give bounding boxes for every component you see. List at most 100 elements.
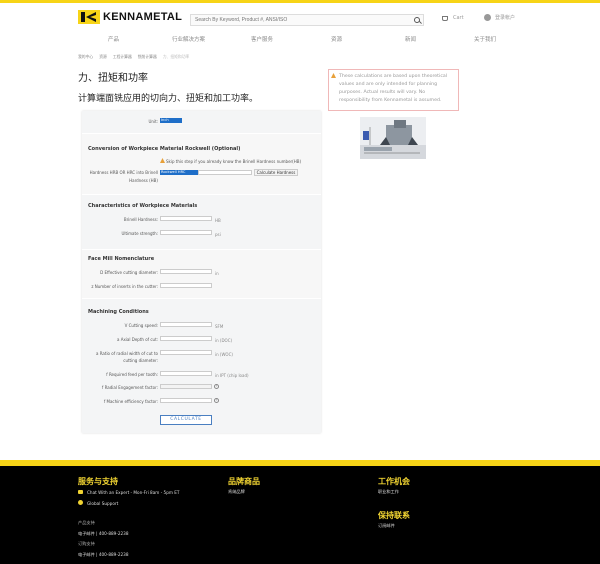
efficiency-symbol: f xyxy=(103,399,106,404)
feed-unit: in IPT (chip load) xyxy=(215,373,249,378)
calculate-button[interactable]: CALCULATE xyxy=(160,415,212,425)
help-icon[interactable]: ? xyxy=(214,384,219,389)
contact-title: 保持联系 xyxy=(378,511,410,520)
nomenclature-title: Face Mill Nomenclature xyxy=(88,256,155,262)
inserts-text: Number of inserts in the cutter: xyxy=(94,284,158,289)
efficiency-label: f Machine efficiency factor: xyxy=(86,399,158,404)
ultimate-input[interactable] xyxy=(160,230,212,235)
account-label: 登录帐户 xyxy=(495,15,516,21)
diameter-symbol: D xyxy=(100,270,104,275)
breadcrumb-item[interactable]: 资源 xyxy=(99,54,107,60)
chat-link[interactable]: Chat With an Expert - Mon-Fri 8am - 5pm … xyxy=(87,490,179,495)
breadcrumb-item[interactable]: 我的中心 xyxy=(78,54,93,60)
contact-link[interactable]: 订阅邮件 xyxy=(378,523,395,529)
search-input[interactable] xyxy=(195,17,405,23)
careers-title: 工作机会 xyxy=(378,477,410,486)
chat-icon xyxy=(78,490,83,494)
cutting-speed-label: V Cutting speed: xyxy=(86,323,158,328)
radial-ratio-unit: in (WOC) xyxy=(215,352,233,357)
efficiency-input[interactable] xyxy=(160,398,212,403)
materials-title: Characteristics of Workpiece Materials xyxy=(88,203,198,209)
radial-ratio-text: Ratio of radial width of cut to cutting … xyxy=(99,351,158,363)
global-support-link[interactable]: Global Support xyxy=(87,501,118,506)
warning-icon xyxy=(331,73,336,78)
logo-wordmark: KENNAMETAL xyxy=(103,11,183,23)
site-footer: 服务与支持 Chat With an Expert - Mon-Fri 8am … xyxy=(0,466,600,564)
breadcrumb-current: 力、扭矩和功率 xyxy=(162,54,190,59)
hardness-label: Hardness HRB OR HRC into Brinell Hardnes… xyxy=(89,170,158,183)
radial-ratio-symbol: a xyxy=(96,351,99,356)
order-support-label: 订购支持 xyxy=(78,541,95,546)
ultimate-label: Ultimate strength: xyxy=(121,231,158,236)
face-mill-diagram xyxy=(360,117,426,159)
radial-engagement-label: f Radial Engagement factor: xyxy=(86,385,158,390)
nav-item-resources[interactable]: 资源 xyxy=(331,35,342,43)
axial-depth-symbol: a xyxy=(116,337,120,342)
disclaimer-text: These calculations are based upon theore… xyxy=(339,74,448,103)
brands-link[interactable]: 肯纳品牌 xyxy=(228,489,245,495)
axial-depth-input[interactable] xyxy=(160,336,212,341)
brinell-unit: HB xyxy=(215,218,221,223)
diameter-label: D Effective cutting diameter: xyxy=(86,270,158,275)
diameter-input[interactable] xyxy=(160,269,212,274)
diameter-text: Effective cutting diameter: xyxy=(104,270,158,275)
rockwell-select[interactable]: Rockwell HRC xyxy=(160,170,198,175)
cutting-speed-text: Cutting speed: xyxy=(128,323,158,328)
brinell-label: Brinell Hardness: xyxy=(123,217,158,222)
cart-link[interactable]: Cart xyxy=(442,15,464,21)
conversion-section xyxy=(82,134,321,194)
feed-input[interactable] xyxy=(160,371,212,376)
page-subtitle: 计算端面铣应用的切向力、扭矩和加工功率。 xyxy=(78,94,259,104)
rockwell-input[interactable] xyxy=(198,170,252,175)
nav-item-about[interactable]: 关于我们 xyxy=(474,35,496,43)
product-support-phone[interactable]: 电子邮件 | 400-889-2238 xyxy=(78,531,129,537)
nav-item-industry[interactable]: 行业解决方案 xyxy=(172,35,205,43)
efficiency-text: Machine efficiency factor: xyxy=(106,399,158,404)
conditions-section xyxy=(82,299,321,433)
disclaimer-notice: These calculations are based upon theore… xyxy=(328,69,459,111)
radial-ratio-input[interactable] xyxy=(160,350,212,355)
kennametal-logo[interactable]: KENNAMETAL xyxy=(78,10,182,24)
calculator-form: Unit: Inch Conversion of Workpiece Mater… xyxy=(82,111,321,433)
cutting-speed-symbol: V xyxy=(124,323,128,328)
nav-item-news[interactable]: 新闻 xyxy=(405,35,416,43)
radial-ratio-label: a Ratio of radial width of cut to cuttin… xyxy=(86,350,158,364)
radial-engagement-symbol: f xyxy=(101,385,104,390)
nav-item-service[interactable]: 客户服务 xyxy=(251,35,273,43)
support-title: 服务与支持 xyxy=(78,477,118,486)
breadcrumb-item[interactable]: 工程计算器 xyxy=(113,54,132,60)
nav-item-products[interactable]: 产品 xyxy=(108,35,119,43)
inserts-input[interactable] xyxy=(160,283,212,288)
brands-title: 品牌商品 xyxy=(228,477,260,486)
account-link[interactable]: 登录帐户 xyxy=(484,14,515,21)
unit-section xyxy=(82,111,321,133)
product-support-label: 产品支持 xyxy=(78,520,95,525)
feed-symbol: f xyxy=(106,372,108,377)
axial-depth-label: a Axial Depth of cut: xyxy=(86,337,158,342)
cutting-speed-input[interactable] xyxy=(160,322,212,327)
order-support-phone[interactable]: 电子邮件 | 400-889-2238 xyxy=(78,552,129,558)
page-title: 力、扭矩和功率 xyxy=(78,73,148,84)
careers-link[interactable]: 职业和工作 xyxy=(378,489,399,495)
radial-engagement-input xyxy=(160,384,212,389)
cart-icon xyxy=(442,15,448,21)
unit-select[interactable]: Inch xyxy=(160,118,182,123)
skip-note: Skip this step if you already know the B… xyxy=(166,159,302,164)
inserts-label: z Number of inserts in the cutter: xyxy=(86,284,158,289)
top-accent-bar xyxy=(0,0,600,3)
conversion-title: Conversion of Workpiece Material Rockwel… xyxy=(88,146,241,152)
breadcrumb-item[interactable]: 铣削计算器 xyxy=(138,54,157,60)
conditions-title: Machining Conditions xyxy=(88,309,149,315)
ultimate-unit: psi xyxy=(215,232,221,237)
help-icon[interactable]: ? xyxy=(214,398,219,403)
axial-depth-unit: in (DOC) xyxy=(215,338,233,343)
globe-icon xyxy=(484,14,491,21)
logo-mark-icon xyxy=(78,10,100,24)
feed-text: Required feed per tooth: xyxy=(108,372,158,377)
calculate-hardness-button[interactable]: Calculate Hardness xyxy=(254,169,298,176)
search-icon[interactable] xyxy=(414,17,420,23)
search-box[interactable] xyxy=(190,14,424,26)
brinell-input[interactable] xyxy=(160,216,212,221)
radial-engagement-text: Radial Engagement factor: xyxy=(104,385,158,390)
diameter-unit: in xyxy=(215,271,219,276)
